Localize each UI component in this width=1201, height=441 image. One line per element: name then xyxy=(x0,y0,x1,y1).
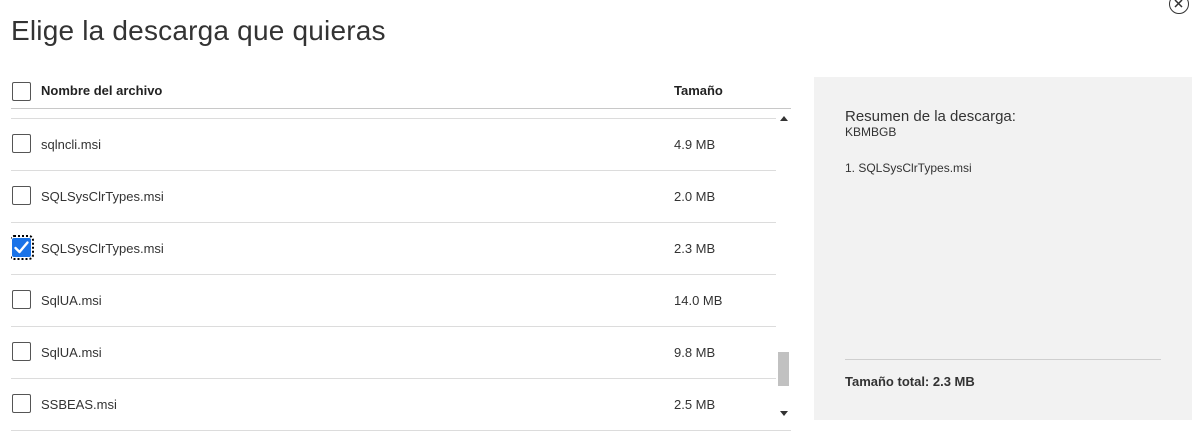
file-rows: sqlncli.msi 4.9 MB SQLSysClrTypes.msi 2.… xyxy=(11,118,781,428)
scroll-thumb[interactable] xyxy=(778,352,789,386)
file-size: 4.9 MB xyxy=(674,137,716,152)
summary-title: Resumen de la descarga: xyxy=(845,108,1016,125)
list-bottom-divider xyxy=(11,430,791,431)
summary-item: 1. SQLSysClrTypes.msi xyxy=(845,161,972,175)
dialog-title: Elige la descarga que quieras xyxy=(11,15,386,46)
file-name: sqlncli.msi xyxy=(41,137,101,152)
file-checkbox[interactable] xyxy=(12,186,31,205)
file-checkbox[interactable] xyxy=(12,134,31,153)
file-name: SQLSysClrTypes.msi xyxy=(41,241,164,256)
list-scrollbar[interactable] xyxy=(777,112,791,420)
row-divider xyxy=(11,274,776,275)
file-row[interactable]: sqlncli.msi 4.9 MB xyxy=(11,118,776,170)
file-size: 2.3 MB xyxy=(674,241,716,256)
row-divider xyxy=(11,170,776,171)
summary-divider xyxy=(845,359,1161,360)
close-icon[interactable] xyxy=(1169,0,1189,14)
header-file-name[interactable]: Nombre del archivo xyxy=(41,83,162,98)
file-row[interactable]: SQLSysClrTypes.msi 2.3 MB xyxy=(11,222,776,274)
file-size: 2.0 MB xyxy=(674,189,716,204)
file-list-panel: Nombre del archivo Tamaño sqlncli.msi 4.… xyxy=(11,68,791,431)
select-all-checkbox[interactable] xyxy=(12,82,31,101)
file-size: 9.8 MB xyxy=(674,345,716,360)
download-summary-panel: Resumen de la descarga: KBMBGB 1. SQLSys… xyxy=(814,77,1192,420)
file-name: SqlUA.msi xyxy=(41,293,102,308)
file-size: 14.0 MB xyxy=(674,293,723,308)
scroll-up-arrow-icon[interactable] xyxy=(780,116,788,121)
file-checkbox-checked[interactable] xyxy=(11,235,34,260)
summary-kb-label: KBMBGB xyxy=(845,125,897,139)
summary-total-size: Tamaño total: 2.3 MB xyxy=(845,374,975,389)
row-divider xyxy=(11,222,776,223)
download-dialog: Elige la descarga que quieras Nombre del… xyxy=(0,0,1201,441)
close-x-glyph xyxy=(1174,0,1183,8)
file-checkbox[interactable] xyxy=(12,394,31,413)
row-divider xyxy=(11,326,776,327)
scroll-down-arrow-icon[interactable] xyxy=(780,411,788,416)
file-name: SqlUA.msi xyxy=(41,345,102,360)
file-row[interactable]: SSBEAS.msi 2.5 MB xyxy=(11,378,776,428)
file-row[interactable]: SqlUA.msi 9.8 MB xyxy=(11,326,776,378)
file-name: SSBEAS.msi xyxy=(41,397,117,412)
file-checkbox[interactable] xyxy=(12,290,31,309)
row-divider xyxy=(11,378,776,379)
file-size: 2.5 MB xyxy=(674,397,716,412)
file-row[interactable]: SqlUA.msi 14.0 MB xyxy=(11,274,776,326)
file-name: SQLSysClrTypes.msi xyxy=(41,189,164,204)
file-checkbox[interactable] xyxy=(12,342,31,361)
header-divider xyxy=(11,108,791,109)
checkmark-icon xyxy=(14,241,29,254)
row-divider xyxy=(11,118,776,119)
list-header: Nombre del archivo Tamaño xyxy=(11,80,791,108)
file-row[interactable]: SQLSysClrTypes.msi 2.0 MB xyxy=(11,170,776,222)
header-file-size[interactable]: Tamaño xyxy=(674,83,723,98)
